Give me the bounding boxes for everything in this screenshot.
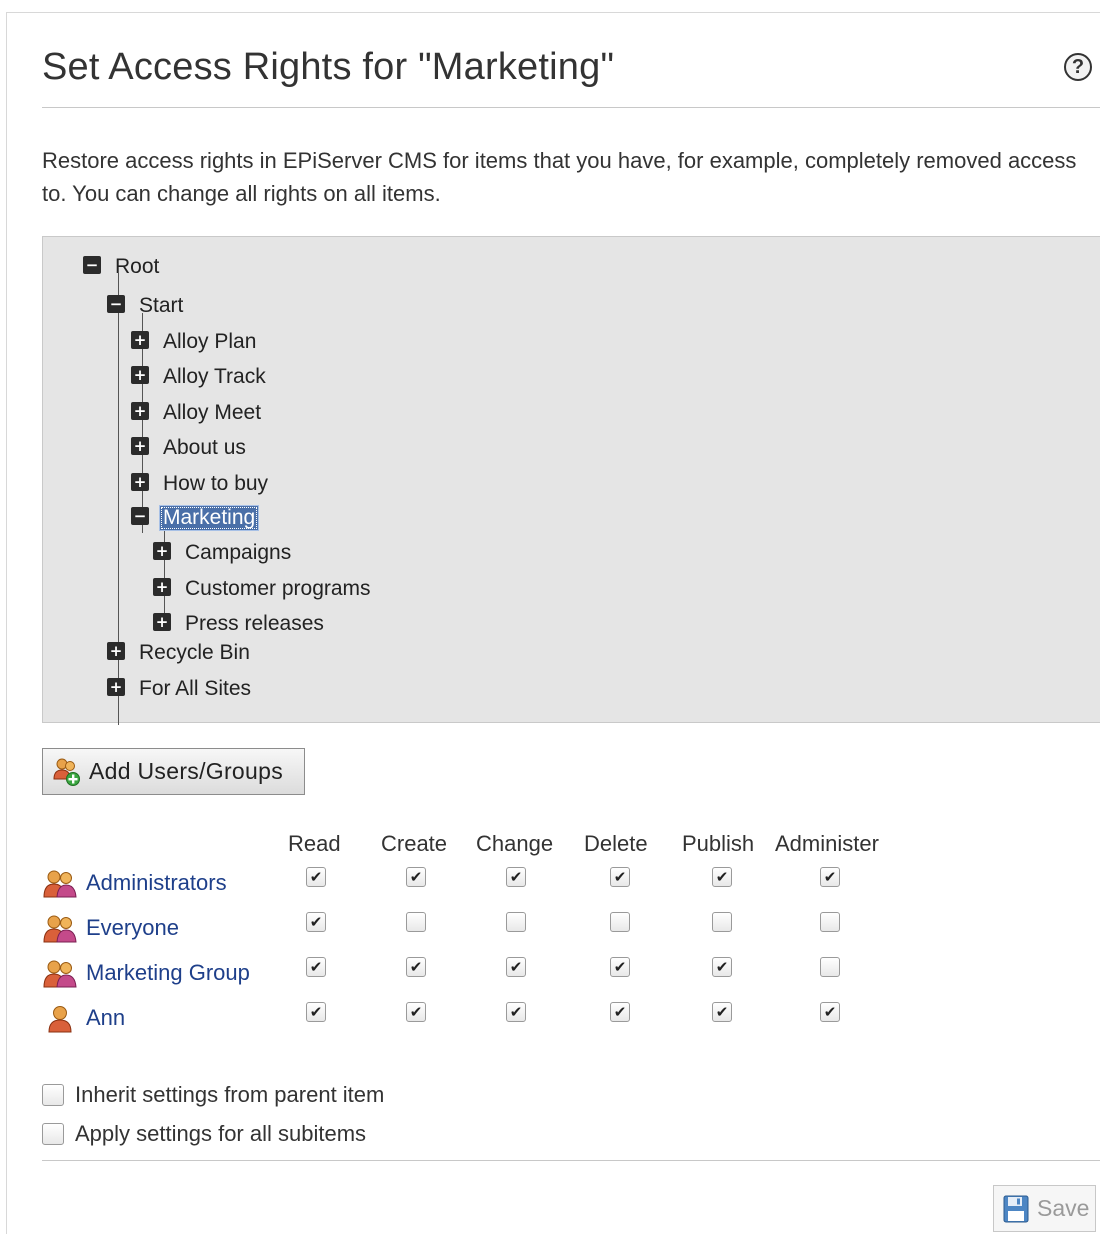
tree-node-root[interactable]: − Root (83, 254, 159, 280)
right-checkbox-change[interactable]: ✔ (506, 957, 526, 977)
collapse-icon[interactable]: − (131, 507, 149, 525)
expand-icon[interactable]: + (107, 678, 125, 696)
right-checkbox-administer[interactable]: ✔ (820, 1002, 840, 1022)
right-checkbox-read[interactable]: ✔ (306, 912, 326, 932)
column-header-administer: Administer (775, 831, 879, 856)
expand-icon[interactable]: + (153, 542, 171, 560)
expand-icon[interactable]: + (131, 331, 149, 349)
tree-node-about-us[interactable]: + About us (131, 435, 246, 461)
tree-node-label-selected[interactable]: Marketing (159, 505, 260, 531)
principal-link[interactable]: Marketing Group (86, 957, 250, 989)
user-icon (42, 1004, 78, 1034)
expand-icon[interactable]: + (131, 473, 149, 491)
tree-node-alloy-track[interactable]: + Alloy Track (131, 364, 266, 390)
right-checkbox-create[interactable]: ✔ (406, 957, 426, 977)
user-group-icon (42, 959, 78, 989)
right-checkbox-delete[interactable]: ✔ (610, 867, 630, 887)
tree-node-label[interactable]: Campaigns (185, 541, 291, 565)
tree-node-label[interactable]: Root (115, 255, 159, 279)
right-checkbox-create[interactable]: ✔ (406, 1002, 426, 1022)
inherit-settings-label: Inherit settings from parent item (75, 1082, 385, 1107)
right-checkbox-read[interactable]: ✔ (306, 957, 326, 977)
tree-node-alloy-plan[interactable]: + Alloy Plan (131, 329, 256, 355)
tree-node-campaigns[interactable]: + Campaigns (153, 540, 291, 566)
tree-node-press-releases[interactable]: + Press releases (153, 611, 324, 637)
right-checkbox-delete[interactable]: ✔ (610, 957, 630, 977)
tree-node-label[interactable]: Alloy Track (163, 365, 266, 389)
user-group-icon (42, 869, 78, 899)
principal-link[interactable]: Ann (86, 1002, 125, 1034)
expand-icon[interactable]: + (153, 578, 171, 596)
tree-node-label[interactable]: Press releases (185, 612, 324, 636)
tree-node-label[interactable]: Alloy Plan (163, 330, 256, 354)
inherit-settings-checkbox[interactable] (42, 1084, 64, 1106)
user-group-icon (42, 914, 78, 944)
right-checkbox-read[interactable]: ✔ (306, 1002, 326, 1022)
page-title: Set Access Rights for "Marketing" (42, 46, 615, 88)
right-checkbox-change[interactable] (506, 912, 526, 932)
right-checkbox-publish[interactable] (712, 912, 732, 932)
footer-divider (42, 1160, 1100, 1161)
right-checkbox-change[interactable]: ✔ (506, 867, 526, 887)
tree-node-label[interactable]: Customer programs (185, 577, 371, 601)
right-checkbox-administer[interactable] (820, 912, 840, 932)
expand-icon[interactable]: + (131, 437, 149, 455)
tree-node-how-to-buy[interactable]: + How to buy (131, 471, 268, 497)
right-checkbox-administer[interactable] (820, 957, 840, 977)
right-checkbox-administer[interactable]: ✔ (820, 867, 840, 887)
tree-node-label[interactable]: About us (163, 436, 246, 460)
column-header-read: Read (288, 831, 341, 856)
collapse-icon[interactable]: − (83, 256, 101, 274)
column-header-create: Create (381, 831, 448, 856)
tree-node-label[interactable]: How to buy (163, 472, 268, 496)
page-description: Restore access rights in EPiServer CMS f… (42, 148, 1077, 206)
apply-subitems-option[interactable]: Apply settings for all subitems (42, 1119, 366, 1149)
add-users-icon (53, 758, 80, 786)
right-checkbox-publish[interactable]: ✔ (712, 1002, 732, 1022)
principal-link[interactable]: Everyone (86, 912, 179, 944)
tree-node-label[interactable]: Alloy Meet (163, 401, 261, 425)
inherit-settings-option[interactable]: Inherit settings from parent item (42, 1080, 384, 1110)
expand-icon[interactable]: + (153, 613, 171, 631)
apply-subitems-checkbox[interactable] (42, 1123, 64, 1145)
tree-node-alloy-meet[interactable]: + Alloy Meet (131, 400, 261, 426)
right-checkbox-publish[interactable]: ✔ (712, 957, 732, 977)
tree-node-customer-programs[interactable]: + Customer programs (153, 576, 371, 602)
save-button[interactable]: Save (993, 1185, 1096, 1232)
tree-node-label[interactable]: For All Sites (139, 677, 251, 701)
tree-node-start[interactable]: − Start (107, 293, 183, 319)
principal-link[interactable]: Administrators (86, 867, 227, 899)
expand-icon[interactable]: + (107, 642, 125, 660)
expand-icon[interactable]: + (131, 366, 149, 384)
add-users-groups-label: Add Users/Groups (89, 758, 283, 784)
add-users-groups-button[interactable]: Add Users/Groups (42, 748, 305, 795)
column-header-publish: Publish (682, 831, 755, 856)
column-header-change: Change (476, 831, 554, 856)
right-checkbox-read[interactable]: ✔ (306, 867, 326, 887)
tree-node-label[interactable]: Start (139, 294, 183, 318)
tree-node-marketing[interactable]: − Marketing (131, 505, 260, 531)
right-checkbox-delete[interactable] (610, 912, 630, 932)
tree-node-recycle-bin[interactable]: + Recycle Bin (107, 640, 250, 666)
page-tree: − Root − Start + Alloy Plan + Alloy Trac… (42, 236, 1100, 725)
right-checkbox-publish[interactable]: ✔ (712, 867, 732, 887)
column-header-delete: Delete (584, 831, 648, 856)
tree-node-for-all-sites[interactable]: + For All Sites (107, 676, 251, 702)
apply-subitems-label: Apply settings for all subitems (75, 1121, 367, 1146)
right-checkbox-delete[interactable]: ✔ (610, 1002, 630, 1022)
right-checkbox-create[interactable]: ✔ (406, 867, 426, 887)
save-button-label: Save (1037, 1195, 1090, 1221)
right-checkbox-create[interactable] (406, 912, 426, 932)
collapse-icon[interactable]: − (107, 295, 125, 313)
title-divider (42, 107, 1100, 108)
tree-node-label[interactable]: Recycle Bin (139, 641, 250, 665)
right-checkbox-change[interactable]: ✔ (506, 1002, 526, 1022)
floppy-disk-icon (1003, 1195, 1029, 1222)
expand-icon[interactable]: + (131, 402, 149, 420)
help-icon[interactable]: ? (1064, 53, 1092, 81)
